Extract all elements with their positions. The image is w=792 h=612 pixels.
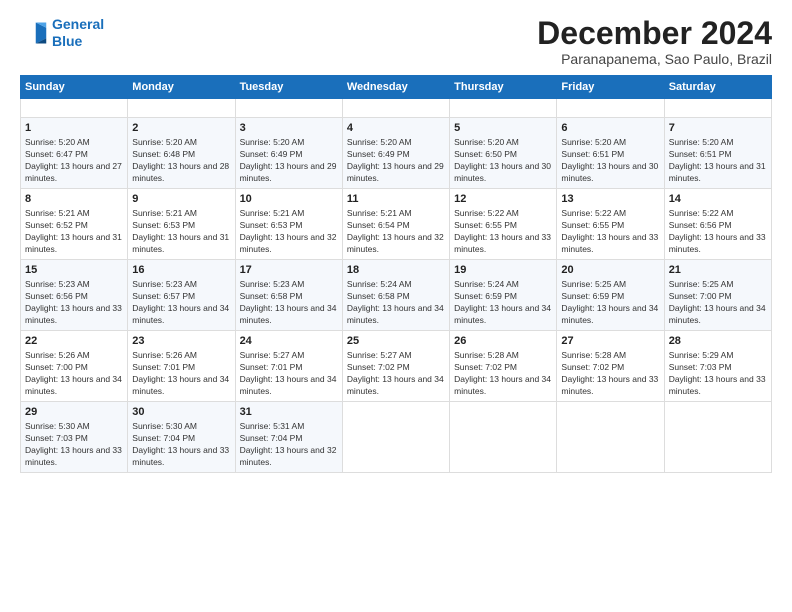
- calendar-cell: 4Sunrise: 5:20 AMSunset: 6:49 PMDaylight…: [342, 118, 449, 189]
- header-cell-saturday: Saturday: [664, 76, 771, 99]
- day-number: 8: [25, 192, 123, 207]
- header-cell-friday: Friday: [557, 76, 664, 99]
- day-number: 11: [347, 192, 445, 207]
- calendar-cell: [235, 99, 342, 118]
- day-number: 25: [347, 334, 445, 349]
- day-number: 1: [25, 121, 123, 136]
- week-row-4: 15Sunrise: 5:23 AMSunset: 6:56 PMDayligh…: [21, 259, 772, 330]
- day-number: 29: [25, 405, 123, 420]
- logo-line1: General: [52, 16, 104, 32]
- day-number: 31: [240, 405, 338, 420]
- day-number: 12: [454, 192, 552, 207]
- logo: General Blue: [20, 16, 104, 50]
- calendar-cell: [342, 401, 449, 472]
- day-number: 5: [454, 121, 552, 136]
- day-number: 14: [669, 192, 767, 207]
- day-number: 6: [561, 121, 659, 136]
- calendar-table: SundayMondayTuesdayWednesdayThursdayFrid…: [20, 75, 772, 473]
- calendar-cell: 16Sunrise: 5:23 AMSunset: 6:57 PMDayligh…: [128, 259, 235, 330]
- calendar-cell: 13Sunrise: 5:22 AMSunset: 6:55 PMDayligh…: [557, 189, 664, 260]
- calendar-cell: [450, 401, 557, 472]
- calendar-cell: 28Sunrise: 5:29 AMSunset: 7:03 PMDayligh…: [664, 330, 771, 401]
- calendar-cell: 3Sunrise: 5:20 AMSunset: 6:49 PMDaylight…: [235, 118, 342, 189]
- main-title: December 2024: [537, 16, 772, 51]
- calendar-cell: 25Sunrise: 5:27 AMSunset: 7:02 PMDayligh…: [342, 330, 449, 401]
- day-number: 17: [240, 263, 338, 278]
- day-number: 18: [347, 263, 445, 278]
- header-cell-thursday: Thursday: [450, 76, 557, 99]
- calendar-cell: 8Sunrise: 5:21 AMSunset: 6:52 PMDaylight…: [21, 189, 128, 260]
- calendar-cell: 10Sunrise: 5:21 AMSunset: 6:53 PMDayligh…: [235, 189, 342, 260]
- day-number: 10: [240, 192, 338, 207]
- calendar-cell: 14Sunrise: 5:22 AMSunset: 6:56 PMDayligh…: [664, 189, 771, 260]
- logo-line2: Blue: [52, 33, 82, 49]
- calendar-cell: 2Sunrise: 5:20 AMSunset: 6:48 PMDaylight…: [128, 118, 235, 189]
- day-number: 27: [561, 334, 659, 349]
- calendar-cell: 18Sunrise: 5:24 AMSunset: 6:58 PMDayligh…: [342, 259, 449, 330]
- day-number: 2: [132, 121, 230, 136]
- calendar-cell: [450, 99, 557, 118]
- subtitle: Paranapanema, Sao Paulo, Brazil: [537, 51, 772, 67]
- calendar-cell: [128, 99, 235, 118]
- calendar-cell: 20Sunrise: 5:25 AMSunset: 6:59 PMDayligh…: [557, 259, 664, 330]
- week-row-1: [21, 99, 772, 118]
- day-number: 3: [240, 121, 338, 136]
- header-cell-sunday: Sunday: [21, 76, 128, 99]
- day-number: 13: [561, 192, 659, 207]
- calendar-cell: 9Sunrise: 5:21 AMSunset: 6:53 PMDaylight…: [128, 189, 235, 260]
- week-row-3: 8Sunrise: 5:21 AMSunset: 6:52 PMDaylight…: [21, 189, 772, 260]
- day-number: 16: [132, 263, 230, 278]
- calendar-cell: [557, 401, 664, 472]
- calendar-cell: [342, 99, 449, 118]
- calendar-cell: 31Sunrise: 5:31 AMSunset: 7:04 PMDayligh…: [235, 401, 342, 472]
- week-row-6: 29Sunrise: 5:30 AMSunset: 7:03 PMDayligh…: [21, 401, 772, 472]
- calendar-cell: 12Sunrise: 5:22 AMSunset: 6:55 PMDayligh…: [450, 189, 557, 260]
- header-cell-tuesday: Tuesday: [235, 76, 342, 99]
- day-number: 7: [669, 121, 767, 136]
- day-number: 24: [240, 334, 338, 349]
- calendar-cell: [21, 99, 128, 118]
- calendar-cell: 11Sunrise: 5:21 AMSunset: 6:54 PMDayligh…: [342, 189, 449, 260]
- logo-icon: [20, 19, 48, 47]
- calendar-cell: 29Sunrise: 5:30 AMSunset: 7:03 PMDayligh…: [21, 401, 128, 472]
- day-number: 19: [454, 263, 552, 278]
- calendar-cell: 19Sunrise: 5:24 AMSunset: 6:59 PMDayligh…: [450, 259, 557, 330]
- day-number: 4: [347, 121, 445, 136]
- day-number: 20: [561, 263, 659, 278]
- header-cell-wednesday: Wednesday: [342, 76, 449, 99]
- header: General Blue December 2024 Paranapanema,…: [20, 16, 772, 67]
- logo-text: General Blue: [52, 16, 104, 50]
- day-number: 9: [132, 192, 230, 207]
- week-row-5: 22Sunrise: 5:26 AMSunset: 7:00 PMDayligh…: [21, 330, 772, 401]
- calendar-cell: 21Sunrise: 5:25 AMSunset: 7:00 PMDayligh…: [664, 259, 771, 330]
- calendar-cell: 7Sunrise: 5:20 AMSunset: 6:51 PMDaylight…: [664, 118, 771, 189]
- header-cell-monday: Monday: [128, 76, 235, 99]
- week-row-2: 1Sunrise: 5:20 AMSunset: 6:47 PMDaylight…: [21, 118, 772, 189]
- calendar-cell: 23Sunrise: 5:26 AMSunset: 7:01 PMDayligh…: [128, 330, 235, 401]
- calendar-cell: 30Sunrise: 5:30 AMSunset: 7:04 PMDayligh…: [128, 401, 235, 472]
- calendar-cell: 6Sunrise: 5:20 AMSunset: 6:51 PMDaylight…: [557, 118, 664, 189]
- day-number: 30: [132, 405, 230, 420]
- title-area: December 2024 Paranapanema, Sao Paulo, B…: [537, 16, 772, 67]
- page: General Blue December 2024 Paranapanema,…: [0, 0, 792, 612]
- day-number: 22: [25, 334, 123, 349]
- calendar-cell: [557, 99, 664, 118]
- day-number: 23: [132, 334, 230, 349]
- calendar-cell: 17Sunrise: 5:23 AMSunset: 6:58 PMDayligh…: [235, 259, 342, 330]
- calendar-cell: [664, 401, 771, 472]
- calendar-cell: 1Sunrise: 5:20 AMSunset: 6:47 PMDaylight…: [21, 118, 128, 189]
- day-number: 28: [669, 334, 767, 349]
- calendar-cell: 24Sunrise: 5:27 AMSunset: 7:01 PMDayligh…: [235, 330, 342, 401]
- calendar-cell: 5Sunrise: 5:20 AMSunset: 6:50 PMDaylight…: [450, 118, 557, 189]
- day-number: 15: [25, 263, 123, 278]
- header-row: SundayMondayTuesdayWednesdayThursdayFrid…: [21, 76, 772, 99]
- calendar-cell: 27Sunrise: 5:28 AMSunset: 7:02 PMDayligh…: [557, 330, 664, 401]
- calendar-cell: [664, 99, 771, 118]
- day-number: 21: [669, 263, 767, 278]
- calendar-cell: 22Sunrise: 5:26 AMSunset: 7:00 PMDayligh…: [21, 330, 128, 401]
- calendar-cell: 26Sunrise: 5:28 AMSunset: 7:02 PMDayligh…: [450, 330, 557, 401]
- calendar-cell: 15Sunrise: 5:23 AMSunset: 6:56 PMDayligh…: [21, 259, 128, 330]
- day-number: 26: [454, 334, 552, 349]
